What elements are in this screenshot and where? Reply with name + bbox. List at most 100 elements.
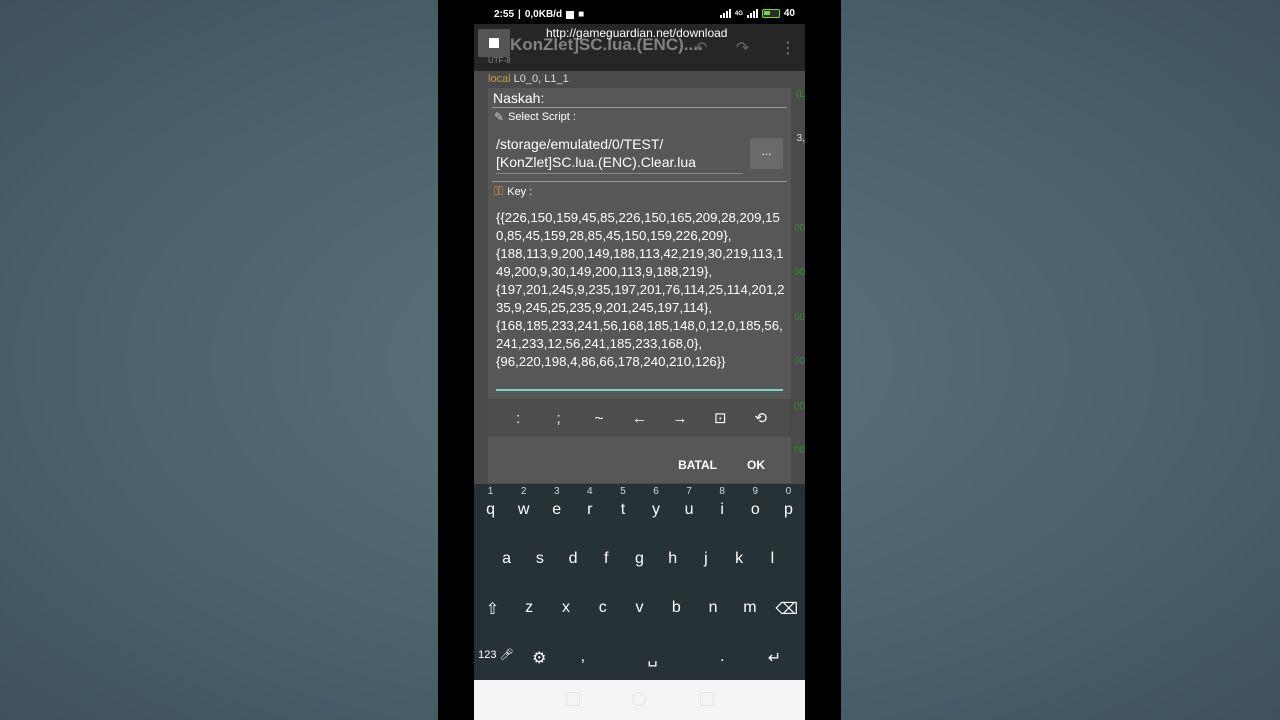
app-toolbar: KonZlet]SC.lua.(ENC).... UTF-8 http://ga…: [474, 24, 805, 71]
upload-icon: [566, 10, 575, 19]
history-icon[interactable]: ⟲: [747, 409, 775, 427]
code-keyword: local: [488, 73, 511, 85]
numbers-key[interactable]: 123 🎤︎: [474, 648, 518, 668]
peek-text: (L: [796, 89, 805, 100]
select-all-icon[interactable]: ⊡: [706, 409, 734, 427]
key-number-hint: 7: [686, 486, 692, 497]
key-label: .: [720, 648, 725, 665]
stop-button[interactable]: [478, 29, 510, 57]
space-key[interactable]: ␣: [605, 648, 701, 668]
ok-button[interactable]: OK: [747, 458, 765, 472]
symbol-tilde-button[interactable]: ~: [585, 410, 613, 427]
space-icon: ␣: [647, 650, 658, 667]
key-n[interactable]: n: [695, 599, 732, 619]
script-path-input[interactable]: /storage/emulated/0/TEST/ [KonZlet]SC.lu…: [496, 135, 746, 171]
redo-icon[interactable]: ↷: [736, 38, 749, 58]
key-x[interactable]: x: [548, 599, 585, 619]
key-z[interactable]: z: [511, 599, 548, 619]
backspace-key[interactable]: ⌫: [768, 599, 805, 619]
key-k[interactable]: k: [723, 550, 756, 568]
key-t[interactable]: 5t: [606, 486, 639, 519]
enter-icon: ↵: [767, 650, 782, 667]
key-y[interactable]: 6y: [639, 486, 672, 519]
phone-screen: 2:55 | 0,0KB/d ■ 4G 40 KonZlet]SC.lua.(E…: [438, 0, 841, 720]
key-label: x: [561, 599, 570, 616]
more-menu-icon[interactable]: ⋮: [780, 38, 796, 58]
key-label: g: [635, 550, 644, 567]
key-label: p: [783, 501, 793, 518]
symbol-semicolon-button[interactable]: ;: [545, 410, 573, 427]
key-c[interactable]: c: [584, 599, 621, 619]
key-label: h: [668, 550, 678, 567]
key-icon: ⚿: [494, 184, 504, 198]
enter-key[interactable]: ↵: [744, 648, 805, 668]
key-label: f: [604, 550, 609, 567]
key-label: n: [708, 599, 718, 616]
comma-key[interactable]: ,: [561, 648, 605, 668]
key-label-text: Key :: [507, 185, 533, 198]
signal-icon-2: [746, 9, 758, 18]
key-a[interactable]: a: [490, 550, 523, 568]
select-script-label-text: Select Script :: [508, 111, 576, 123]
code-line: local L0_0, L1_1: [488, 73, 569, 85]
home-icon[interactable]: [632, 692, 646, 706]
key-label: j: [704, 550, 708, 567]
cancel-button[interactable]: BATAL: [678, 458, 717, 472]
arrow-right-icon[interactable]: →: [666, 410, 694, 427]
key-label: q: [486, 501, 495, 518]
key-label: m: [743, 599, 757, 616]
key-i[interactable]: 8i: [706, 486, 739, 519]
key-b[interactable]: b: [658, 599, 695, 619]
key-label: 123: [478, 649, 497, 661]
key-s[interactable]: s: [523, 550, 556, 568]
key-j[interactable]: j: [689, 550, 722, 568]
battery-level: 40: [783, 8, 795, 19]
key-g[interactable]: g: [623, 550, 656, 568]
key-e[interactable]: 3e: [540, 486, 573, 519]
paperclip-icon: ✎: [494, 110, 505, 124]
settings-key[interactable]: ⚙: [518, 648, 562, 668]
key-d[interactable]: d: [556, 550, 589, 568]
key-h[interactable]: h: [656, 550, 689, 568]
peek-text: 00: [793, 223, 805, 234]
key-r[interactable]: 4r: [573, 486, 606, 519]
status-net-speed: 0,0KB/d: [524, 9, 563, 20]
key-w[interactable]: 2w: [507, 486, 540, 519]
key-u[interactable]: 7u: [673, 486, 706, 519]
key-f[interactable]: f: [590, 550, 623, 568]
key-q[interactable]: 1q: [474, 486, 507, 519]
symbol-colon-button[interactable]: :: [504, 410, 532, 427]
recents-icon[interactable]: [566, 692, 580, 706]
peek-text: 00: [793, 445, 805, 456]
video-icon: ■: [578, 9, 585, 20]
peek-text: 00: [793, 356, 805, 367]
back-icon[interactable]: [700, 692, 714, 706]
divider: [492, 181, 787, 182]
peek-text: 00: [793, 401, 805, 412]
network-type: 4G: [734, 10, 743, 17]
arrow-left-icon[interactable]: ←: [625, 410, 653, 427]
key-label: s: [535, 550, 544, 567]
code-text: L0_0, L1_1: [510, 73, 569, 85]
key-l[interactable]: l: [756, 550, 789, 568]
key-label: y: [652, 501, 661, 518]
key-p[interactable]: 0p: [772, 486, 805, 519]
backspace-icon: ⌫: [775, 601, 798, 618]
key-m[interactable]: m: [731, 599, 768, 619]
key-o[interactable]: 9o: [739, 486, 772, 519]
browse-button[interactable]: ...: [750, 138, 783, 169]
shift-key[interactable]: ⇧: [474, 599, 511, 619]
key-label: e: [552, 501, 562, 518]
symbol-bar: : ; ~ ← → ⊡ ⟲: [488, 399, 791, 437]
key-label: k: [735, 550, 744, 567]
key-v[interactable]: v: [621, 599, 658, 619]
app-window: KonZlet]SC.lua.(ENC).... UTF-8 http://ga…: [474, 24, 805, 720]
key-label: t: [620, 501, 626, 518]
key-input[interactable]: {{226,150,159,45,85,226,150,165,209,28,2…: [496, 209, 786, 371]
period-key[interactable]: .: [700, 648, 744, 668]
key-number-hint: 5: [620, 486, 626, 497]
peek-text: 00: [793, 267, 805, 278]
key-label: z: [525, 599, 534, 616]
undo-icon[interactable]: ↶: [694, 38, 707, 58]
key-number-hint: 2: [520, 486, 527, 497]
